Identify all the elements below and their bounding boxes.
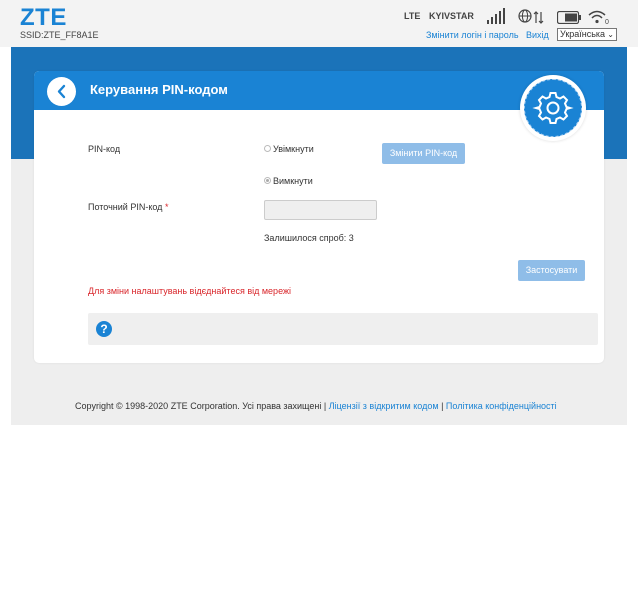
card-header: Керування PIN-кодом (34, 71, 604, 110)
signal-icon (487, 8, 505, 24)
settings-badge (520, 75, 586, 141)
gear-icon (532, 92, 574, 124)
chevron-left-icon (57, 84, 66, 99)
disable-radio-label: Вимкнути (273, 176, 313, 186)
privacy-policy-link[interactable]: Політика конфіденційності (446, 401, 557, 411)
disconnect-warning: Для зміни налаштувань відєднайтеся від м… (88, 286, 291, 296)
network-type: LTE (404, 11, 421, 21)
enable-radio[interactable]: Увімкнути (264, 144, 314, 154)
footer: Copyright © 1998-2020 ZTE Corporation. У… (75, 401, 557, 411)
help-bar: ? (88, 313, 598, 345)
required-marker: * (164, 202, 169, 212)
gear-icon-container (524, 79, 582, 137)
wifi-icon: 0 (588, 10, 609, 25)
operator-name: KYIVSTAR (429, 11, 474, 21)
chevron-down-icon: ⌄ (607, 30, 614, 39)
change-pin-button[interactable]: Змінити PIN-код (382, 143, 465, 164)
pin-label: PIN-код (88, 144, 121, 154)
radio-circle-selected (264, 177, 271, 185)
footer-separator: | (441, 401, 444, 411)
open-source-license-link[interactable]: Ліцензії з відкритим кодом (329, 401, 439, 411)
wifi-clients-count: 0 (605, 19, 609, 25)
language-select-value: Українська (560, 29, 606, 39)
question-icon[interactable]: ? (96, 321, 112, 337)
globe-data-icon (518, 9, 544, 24)
disable-radio[interactable]: Вимкнути (264, 176, 313, 186)
top-header: ZTE SSID:ZTE_FF8A1E LTE KYIVSTAR 0 Зміни… (0, 0, 638, 47)
logout-link[interactable]: Вихід (526, 30, 549, 40)
change-login-link[interactable]: Змінити логін і пароль (426, 30, 519, 40)
current-pin-input[interactable] (264, 200, 377, 220)
attempts-remaining: Залишилося спроб: 3 (264, 233, 354, 243)
ssid-label: SSID:ZTE_FF8A1E (20, 30, 99, 40)
zte-logo: ZTE (20, 4, 67, 31)
battery-icon (557, 11, 581, 24)
footer-separator: | (323, 401, 327, 411)
pin-management-card: Керування PIN-кодом PIN-код Увімкнути Ви… (34, 71, 604, 363)
copyright-text: Copyright © 1998-2020 ZTE Corporation. У… (75, 401, 322, 411)
radio-circle (264, 145, 271, 153)
enable-radio-label: Увімкнути (273, 144, 314, 154)
apply-button[interactable]: Застосувати (518, 260, 585, 281)
back-button[interactable] (47, 77, 76, 106)
page-title: Керування PIN-кодом (90, 82, 228, 97)
current-pin-label-text: Поточний PIN-код (88, 202, 163, 212)
current-pin-label: Поточний PIN-код * (88, 202, 168, 212)
language-select[interactable]: Українська ⌄ (557, 28, 617, 41)
